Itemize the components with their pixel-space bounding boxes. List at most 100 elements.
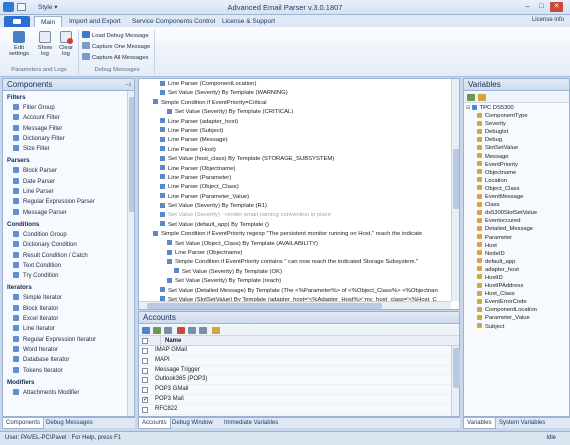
component-item[interactable]: Text Condition (3, 261, 128, 271)
component-item[interactable]: Result Condition / Catch (3, 251, 128, 261)
tab-debug-window[interactable]: Debug Window (169, 418, 216, 429)
variable-item[interactable]: SlotSetValue (477, 144, 566, 152)
variable-item[interactable]: adapter_host (477, 266, 566, 274)
paste-icon[interactable] (199, 327, 207, 334)
tree-node[interactable]: Set Value (Severity) By Template (reach) (139, 277, 459, 286)
tree-node[interactable]: Line Parser (Message) (139, 136, 459, 145)
tree-node[interactable]: Line Parser (ComponentLocation) (139, 80, 459, 89)
component-item[interactable]: Message Filter (3, 124, 128, 134)
tree-node[interactable]: Simple Condition if EventPriority=Critic… (139, 99, 459, 108)
component-item[interactable]: Message Parser (3, 208, 128, 218)
variable-item[interactable]: Eventoccured (477, 217, 566, 225)
component-item[interactable]: Line Iterator (3, 324, 128, 334)
component-item[interactable]: Regular Expression Iterator (3, 335, 128, 345)
variables-root[interactable]: ⊟ TPC DS5300 (466, 104, 566, 112)
section-header[interactable]: Filters (3, 92, 128, 103)
add-account-icon[interactable] (142, 327, 150, 334)
account-checkbox[interactable] (142, 348, 148, 354)
variable-item[interactable]: Debug (477, 136, 566, 144)
variable-item[interactable]: EventPriority (477, 161, 566, 169)
edit-settings-button[interactable]: Edit settings (5, 31, 33, 57)
table-row[interactable]: POP3 GMail (139, 385, 451, 395)
scrollbar-thumb[interactable] (147, 303, 382, 309)
tab-immediate-variables[interactable]: Immediate Variables (221, 418, 281, 429)
account-checkbox[interactable] (142, 357, 148, 364)
section-header[interactable]: Conditions (3, 219, 128, 230)
variable-item[interactable]: Debugtxt (477, 128, 566, 136)
tree-node[interactable]: Line Parser (Object_Class) (139, 183, 459, 192)
copy-account-icon[interactable] (153, 327, 161, 334)
tree-node[interactable]: Set Value (Severity) By Template (R1) (139, 202, 459, 211)
component-item[interactable]: Size Filter (3, 144, 128, 154)
tree-node[interactable]: Simple Condition if EventPriority regexp… (139, 230, 459, 239)
variable-item[interactable]: Location (477, 177, 566, 185)
variable-item[interactable]: Severity (477, 120, 566, 128)
delete-account-icon[interactable] (177, 327, 185, 334)
table-row[interactable]: Message Trigger (139, 366, 451, 376)
variable-item[interactable]: Subject (477, 323, 566, 331)
table-row[interactable]: IMAP GMail (139, 346, 451, 356)
tree-node[interactable]: Set Value (default_app) By Template () (139, 221, 459, 230)
tree-node[interactable]: Set Value (Detailed Message) By Template… (139, 287, 459, 296)
variable-item[interactable]: HostID (477, 274, 566, 282)
component-item[interactable]: Block Parser (3, 166, 128, 176)
variable-item[interactable]: Host (477, 242, 566, 250)
accounts-scrollbar[interactable] (451, 346, 460, 416)
tree-node[interactable]: Set Value (Severity) By Template (CRITIC… (139, 108, 459, 117)
tree-node[interactable]: Line Parser (Host) (139, 146, 459, 155)
tree-node[interactable]: Set Value (host_class) By Template (STOR… (139, 155, 459, 164)
components-scrollbar[interactable] (127, 91, 134, 416)
variable-item[interactable]: EventMessage (477, 193, 566, 201)
component-item[interactable]: Word Iterator (3, 345, 128, 355)
folder-icon[interactable] (478, 94, 486, 101)
variable-item[interactable]: HostIPAddress (477, 282, 566, 290)
section-header[interactable]: Modifiers (3, 377, 128, 388)
account-checkbox[interactable]: ✓ (142, 396, 148, 403)
tree-node[interactable]: Line Parser (Objectname) (139, 249, 459, 258)
tree-node[interactable]: Set Value (Severity) By Template (WARNIN… (139, 89, 459, 98)
variable-item[interactable]: ComponentLocation (477, 306, 566, 314)
variable-item[interactable]: EventErrorCode (477, 298, 566, 306)
tab-system-variables[interactable]: System Variables (496, 418, 548, 429)
tab-debug-messages[interactable]: Debug Messages (43, 418, 96, 429)
variable-item[interactable]: Message (477, 153, 566, 161)
tree-node[interactable]: Set Value (Object_Class) By Template (AV… (139, 240, 459, 249)
component-item[interactable]: Filter Group (3, 103, 128, 113)
account-checkbox[interactable] (142, 367, 148, 374)
tree-node[interactable]: Set Value (Severity) By Template (OK) (139, 268, 459, 277)
table-row[interactable]: MAPI (139, 356, 451, 366)
table-row[interactable]: ✓ POP3 Mail (139, 395, 451, 405)
cut-icon[interactable] (188, 327, 196, 334)
tab-components[interactable]: Components (2, 418, 45, 429)
tab-variables[interactable]: Variables (463, 418, 496, 429)
tree-node[interactable]: Line Parser (Parameter_Value) (139, 193, 459, 202)
license-info-link[interactable]: License info (532, 17, 564, 23)
add-variable-icon[interactable] (467, 94, 475, 101)
component-item[interactable]: Condition Group (3, 230, 128, 240)
variable-item[interactable]: Objectname (477, 169, 566, 177)
variable-item[interactable]: default_app (477, 258, 566, 266)
section-header[interactable]: Parsers (3, 155, 128, 166)
component-item[interactable]: Excel Iterator (3, 314, 128, 324)
component-item[interactable]: Try Condition (3, 271, 128, 281)
variable-item[interactable]: Host_Class (477, 290, 566, 298)
close-icon[interactable]: ✕ (550, 2, 563, 12)
properties-icon[interactable] (212, 327, 220, 334)
variable-item[interactable]: Object_Class (477, 185, 566, 193)
variable-item[interactable]: Parameter_Value (477, 314, 566, 322)
tree-node[interactable]: Simple Condition if EventPriority contai… (139, 258, 459, 267)
tree-horizontal-scrollbar[interactable] (139, 301, 451, 309)
capture-all-messages-button[interactable]: Capture All Messages (82, 53, 148, 64)
load-debug-message-button[interactable]: Load Debug Message (82, 31, 149, 42)
capture-one-message-button[interactable]: Capture One Message (82, 42, 150, 53)
account-checkbox[interactable] (142, 406, 148, 413)
scrollbar-thumb[interactable] (453, 149, 459, 209)
scrollbar-thumb[interactable] (453, 348, 460, 388)
component-item[interactable]: Dictionary Filter (3, 134, 128, 144)
component-item[interactable]: Dictionary Condition (3, 240, 128, 250)
clear-log-button[interactable]: Clear log (56, 31, 76, 57)
component-item[interactable]: Date Parser (3, 177, 128, 187)
pin-icon[interactable]: ⊣ (125, 81, 131, 89)
component-item[interactable]: Line Parser (3, 187, 128, 197)
column-name[interactable]: Name (165, 336, 181, 346)
